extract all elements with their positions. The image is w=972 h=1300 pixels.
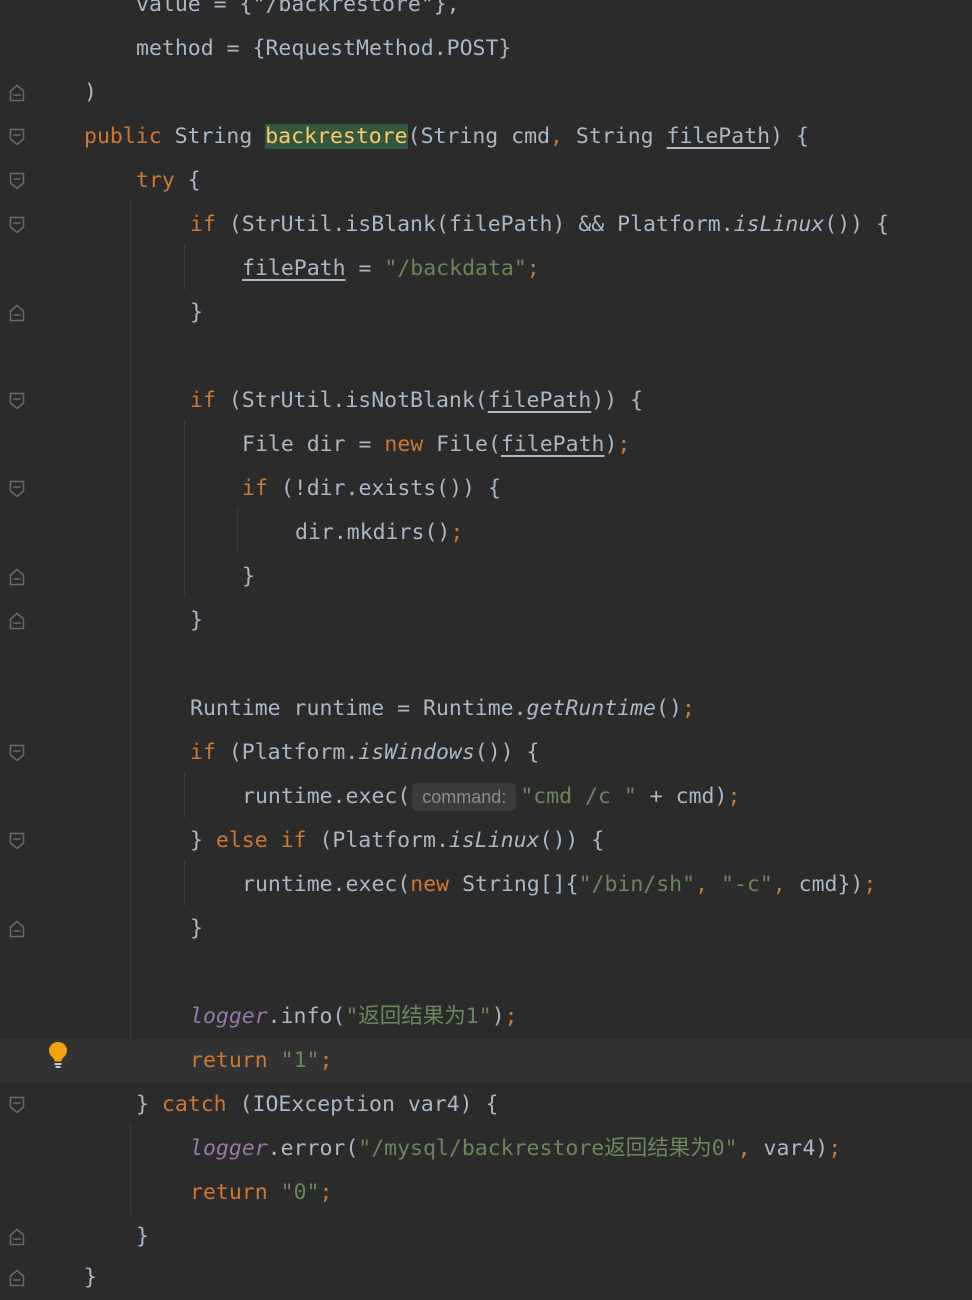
code-text: }: [136, 1224, 149, 1249]
code-text: return "0";: [190, 1180, 333, 1205]
code-line[interactable]: File dir = new File(filePath);: [0, 423, 972, 467]
code-line[interactable]: public String backrestore(String cmd, St…: [0, 115, 972, 159]
code-text: if (!dir.exists()) {: [242, 476, 501, 501]
code-line[interactable]: method = {RequestMethod.POST}: [0, 27, 972, 71]
fold-marker-icon[interactable]: [9, 568, 25, 586]
code-line[interactable]: logger.info("返回结果为1");: [0, 995, 972, 1039]
code-text: ): [84, 80, 97, 105]
code-line[interactable]: runtime.exec(command: "cmd /c " + cmd);: [0, 775, 972, 819]
fold-marker-icon[interactable]: [9, 172, 25, 190]
code-text: public String backrestore(String cmd, St…: [84, 124, 809, 149]
fold-marker-icon[interactable]: [9, 832, 25, 850]
code-text: Runtime runtime = Runtime.getRuntime();: [190, 696, 695, 721]
fold-marker-icon[interactable]: [9, 216, 25, 234]
code-text: runtime.exec(command: "cmd /c " + cmd);: [242, 783, 741, 811]
fold-marker-icon[interactable]: [9, 1096, 25, 1114]
fold-marker-icon[interactable]: [9, 1228, 25, 1246]
code-line[interactable]: }: [0, 1256, 972, 1300]
code-line[interactable]: } else if (Platform.isLinux()) {: [0, 819, 972, 863]
code-line[interactable]: try {: [0, 159, 972, 203]
fold-marker-icon[interactable]: [9, 84, 25, 102]
code-text: value = {"/backrestore"},: [136, 0, 460, 17]
code-text: return "1";: [190, 1048, 333, 1073]
code-text: File dir = new File(filePath);: [242, 432, 631, 457]
code-line[interactable]: dir.mkdirs();: [0, 511, 972, 555]
code-line[interactable]: return "0";: [0, 1171, 972, 1215]
code-text: }: [84, 1265, 97, 1290]
code-line[interactable]: ): [0, 71, 972, 115]
code-text: }: [190, 916, 203, 941]
code-line[interactable]: filePath = "/backdata";: [0, 247, 972, 291]
code-text: }: [190, 608, 203, 633]
method-name[interactable]: backrestore: [265, 124, 408, 149]
code-line-current[interactable]: return "1";: [0, 1039, 972, 1083]
code-line[interactable]: runtime.exec(new String[]{"/bin/sh", "-c…: [0, 863, 972, 907]
fold-marker-icon[interactable]: [9, 480, 25, 498]
code-text: }: [190, 300, 203, 325]
code-line[interactable]: Runtime runtime = Runtime.getRuntime();: [0, 687, 972, 731]
code-line[interactable]: value = {"/backrestore"},: [0, 0, 972, 27]
code-text: logger.info("返回结果为1");: [190, 1004, 518, 1029]
code-text: runtime.exec(new String[]{"/bin/sh", "-c…: [242, 872, 877, 897]
code-text: filePath = "/backdata";: [242, 256, 540, 281]
parameter-hint: command:: [412, 783, 517, 811]
fold-marker-icon[interactable]: [9, 612, 25, 630]
code-text: if (StrUtil.isNotBlank(filePath)) {: [190, 388, 644, 413]
fold-marker-icon[interactable]: [9, 304, 25, 322]
code-line[interactable]: if (StrUtil.isBlank(filePath) && Platfor…: [0, 203, 972, 247]
code-line[interactable]: }: [0, 599, 972, 643]
code-line[interactable]: }: [0, 555, 972, 599]
lightbulb-icon[interactable]: [47, 1040, 69, 1086]
code-text: if (StrUtil.isBlank(filePath) && Platfor…: [190, 212, 889, 237]
fold-marker-icon[interactable]: [9, 1269, 25, 1287]
code-line[interactable]: }: [0, 291, 972, 335]
code-line[interactable]: if (!dir.exists()) {: [0, 467, 972, 511]
code-text: } catch (IOException var4) {: [136, 1092, 499, 1117]
code-text: } else if (Platform.isLinux()) {: [190, 828, 605, 853]
code-line[interactable]: }: [0, 1215, 972, 1259]
code-line[interactable]: if (StrUtil.isNotBlank(filePath)) {: [0, 379, 972, 423]
code-line[interactable]: } catch (IOException var4) {: [0, 1083, 972, 1127]
code-text: method = {RequestMethod.POST}: [136, 36, 512, 61]
code-line[interactable]: }: [0, 907, 972, 951]
code-text: dir.mkdirs();: [295, 520, 464, 545]
code-text: try {: [136, 168, 201, 193]
fold-marker-icon[interactable]: [9, 920, 25, 938]
code-text: }: [242, 564, 255, 589]
code-editor[interactable]: value = {"/backrestore"}, method = {Requ…: [0, 0, 972, 1300]
code-line[interactable]: if (Platform.isWindows()) {: [0, 731, 972, 775]
code-text: if (Platform.isWindows()) {: [190, 740, 540, 765]
fold-marker-icon[interactable]: [9, 128, 25, 146]
fold-marker-icon[interactable]: [9, 392, 25, 410]
fold-marker-icon[interactable]: [9, 744, 25, 762]
code-text: logger.error("/mysql/backrestore返回结果为0",…: [190, 1136, 842, 1161]
code-line[interactable]: logger.error("/mysql/backrestore返回结果为0",…: [0, 1127, 972, 1171]
